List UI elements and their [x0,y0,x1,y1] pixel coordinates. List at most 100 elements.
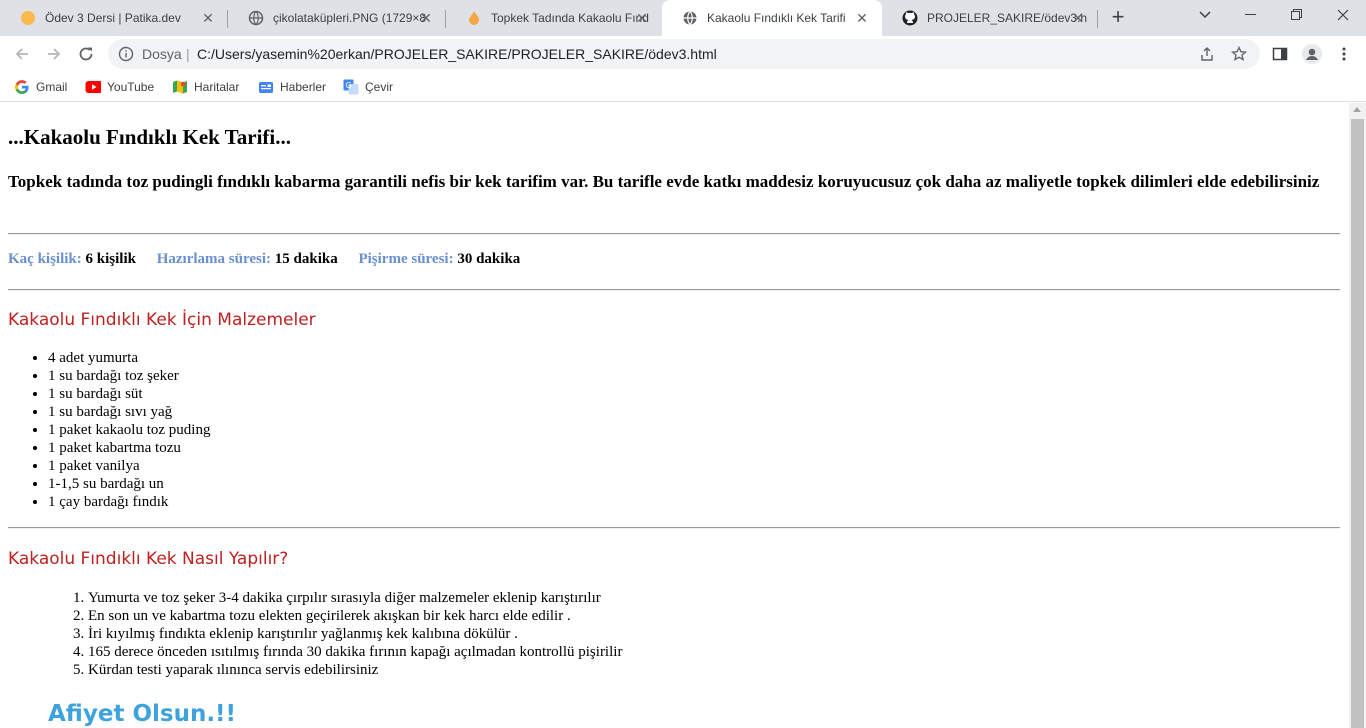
minimize-button[interactable] [1228,0,1274,30]
list-item: 1 su bardağı sıvı yağ [48,403,210,421]
menu-button[interactable] [1332,42,1356,66]
steps-list: Yumurta ve toz şeker 3-4 dakika çırpılır… [88,589,622,679]
side-panel-button[interactable] [1268,42,1292,66]
page-viewport: ...Kakaolu Fındıklı Kek Tarifi... Topkek… [0,103,1349,728]
chevron-down-icon [1199,11,1211,19]
profile-button[interactable] [1300,42,1324,66]
bookmark-cevir[interactable]: G Çevir [343,76,393,98]
globe-icon [682,10,698,26]
servings-label: Kaç kişilik: [8,251,82,267]
tab-title: çikolataküpleri.PNG (1729×8 [273,11,427,25]
share-icon[interactable] [1198,45,1216,63]
github-icon [902,10,918,26]
restore-button[interactable] [1274,0,1320,30]
restore-icon [1291,9,1302,20]
google-icon [14,79,30,95]
list-item: İri kıyılmış fındıkta eklenip karıştırıl… [88,625,622,643]
tab-cikolata[interactable]: çikolataküpleri.PNG (1729×8 ✕ [228,0,446,36]
cook-time-label: Pişirme süresi: [358,251,454,267]
translate-icon: G [343,79,359,95]
patika-favicon [20,10,36,26]
close-icon[interactable]: ✕ [1070,10,1086,26]
scheme-separator: | [186,46,190,62]
prep-time-value: 15 dakika [274,251,338,267]
reload-icon [79,47,93,61]
page-title: ...Kakaolu Fındıklı Kek Tarifi... [8,125,291,149]
arrow-right-icon [48,48,61,60]
browser-toolbar: Dosya | C:/Users/yasemin%20erkan/PROJELE… [0,36,1366,72]
list-item: 1 paket kakaolu toz puding [48,421,210,439]
tab-topkek[interactable]: Topkek Tadında Kakaolu Fınd ✕ [446,0,662,36]
close-icon[interactable]: ✕ [200,10,216,26]
tab-title: Kakaolu Fındıklı Kek Tarifi [707,11,846,25]
list-item: 1 paket vanilya [48,457,210,475]
info-icon[interactable] [118,46,134,62]
recipe-meta: Kaç kişilik: 6 kişilik Hazırlama süresi:… [8,251,520,268]
ingredients-heading: Kakaolu Fındıklı Kek İçin Malzemeler [8,310,316,330]
tab-title: Ödev 3 Dersi | Patika.dev [45,11,181,25]
list-item: 1-1,5 su bardağı un [48,475,210,493]
list-item: 4 adet yumurta [48,349,210,367]
maps-icon [172,79,188,95]
tab-search-button[interactable] [1182,0,1228,30]
star-icon[interactable] [1230,45,1248,63]
arrow-left-icon [15,48,28,60]
bookmark-haberler[interactable]: Haberler [258,76,326,98]
side-panel-icon [1272,47,1288,61]
close-icon[interactable]: ✕ [418,10,434,26]
cook-time-value: 30 dakika [457,251,521,267]
list-item: 1 su bardağı süt [48,385,210,403]
bookmark-label: Gmail [36,80,68,94]
tab-title: PROJELER_SAKIRE/ödev3.htm [927,11,1087,25]
news-icon [258,79,274,95]
tab-kakaolu-active[interactable]: Kakaolu Fındıklı Kek Tarifi ✕ [662,0,882,36]
bookmark-youtube[interactable]: YouTube [85,76,154,98]
bookmark-label: Çevir [365,80,394,94]
tab-title: Topkek Tadında Kakaolu Fınd [491,11,649,25]
list-item: 1 paket kabartma tozu [48,439,210,457]
avatar-icon [1302,44,1322,64]
more-vert-icon [1342,47,1346,61]
minimize-icon [1245,14,1256,15]
flame-favicon [466,10,482,26]
scheme-label: Dosya [142,46,182,62]
address-bar[interactable]: Dosya | C:/Users/yasemin%20erkan/PROJELE… [108,39,1260,69]
servings-value: 6 kişilik [85,251,136,267]
list-item: 165 derece önceden ısıtılmış fırında 30 … [88,643,622,661]
youtube-icon [85,79,101,95]
steps-heading: Kakaolu Fındıklı Kek Nasıl Yapılır? [8,549,289,569]
list-item: Kürdan testi yaparak ılınınca servis ede… [88,661,622,679]
forward-button[interactable] [42,42,66,66]
new-tab-button[interactable]: + [1106,6,1130,30]
bookmark-label: YouTube [107,80,155,94]
intro-text: Topkek tadında toz pudingli fındıklı kab… [8,172,1320,191]
list-item: En son un ve kabartma tozu elekten geçir… [88,607,622,625]
tab-patika[interactable]: Ödev 3 Dersi | Patika.dev ✕ [0,0,228,36]
bookmark-label: Haritalar [194,80,240,94]
bookmark-gmail[interactable]: Gmail [14,76,67,98]
vertical-scrollbar[interactable] [1349,103,1366,728]
bookmark-haritalar[interactable]: Haritalar [172,76,239,98]
tab-strip: Ödev 3 Dersi | Patika.dev ✕ çikolataküpl… [0,0,1366,36]
close-icon[interactable]: ✕ [634,10,650,26]
scrollbar-thumb[interactable] [1351,119,1364,728]
divider [8,233,1340,235]
svg-text:G: G [346,81,352,90]
bookmarks-bar: Gmail YouTube Haritalar Haberler G Çevir [0,72,1366,102]
prep-time-label: Hazırlama süresi: [156,251,272,267]
back-button[interactable] [10,42,34,66]
divider [8,527,1340,529]
url-text[interactable]: C:/Users/yasemin%20erkan/PROJELER_SAKIRE… [197,46,717,62]
list-item: 1 su bardağı toz şeker [48,367,210,385]
list-item: Yumurta ve toz şeker 3-4 dakika çırpılır… [88,589,622,607]
tab-github[interactable]: PROJELER_SAKIRE/ödev3.htm ✕ [882,0,1098,36]
closing-text: Afiyet Olsun.!! [48,701,237,727]
reload-button[interactable] [74,42,98,66]
bookmark-label: Haberler [280,80,327,94]
list-item: 1 çay bardağı fındık [48,493,210,511]
divider [8,289,1340,291]
window-close-button[interactable] [1320,0,1366,30]
scroll-up-arrow-icon[interactable] [1353,107,1361,112]
globe-icon [248,10,264,26]
close-icon[interactable]: ✕ [854,10,870,26]
